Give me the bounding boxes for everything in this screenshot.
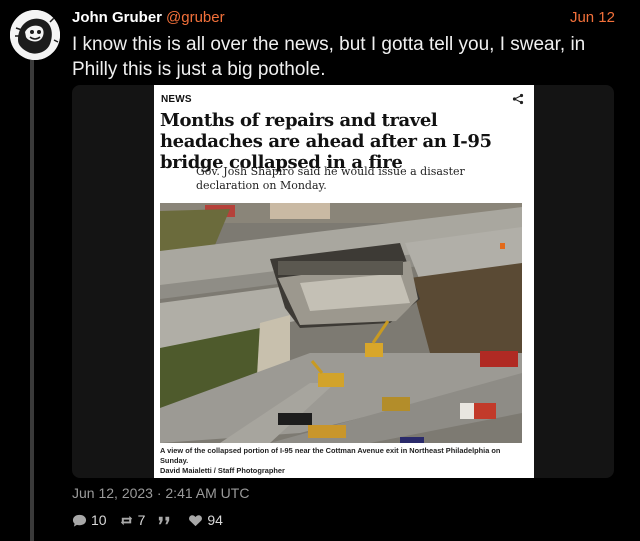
caption-description: A view of the collapsed portion of I-95 … [160, 446, 501, 465]
avatar[interactable] [10, 10, 60, 60]
author-handle[interactable]: @gruber [166, 9, 225, 26]
like-count: 94 [207, 512, 223, 528]
like-stat[interactable]: 94 [188, 512, 223, 528]
thread-rail [30, 58, 34, 541]
post-header: John Gruber @gruber Jun 12 [72, 9, 620, 29]
photo-caption: A view of the collapsed portion of I-95 … [160, 446, 528, 476]
post-stats: 10 7 94 [72, 511, 235, 529]
author-name[interactable]: John Gruber [72, 9, 162, 26]
reply-count: 10 [91, 512, 107, 528]
reply-icon [72, 514, 87, 527]
post-text: I know this is all over the news, but I … [72, 34, 586, 80]
reply-stat[interactable]: 10 [72, 512, 107, 528]
repost-count: 7 [137, 512, 146, 528]
post-date[interactable]: Jun 12 [570, 9, 615, 26]
article-section: NEWS [161, 94, 192, 105]
quote-icon [159, 516, 170, 524]
article-subhead: Gov. Josh Shapiro said he would issue a … [196, 165, 465, 192]
article-headline: Months of repairs and travel headaches a… [160, 110, 492, 173]
article-screenshot[interactable]: NEWS Months of repairs and travel headac… [154, 85, 534, 478]
quote-stat[interactable] [157, 513, 176, 528]
like-icon [189, 514, 203, 526]
repost-stat[interactable]: 7 [119, 512, 146, 528]
bridge-collapse-photo [160, 203, 522, 443]
caption-credit: David Maialetti / Staff Photographer [160, 466, 285, 475]
share-icon [512, 93, 524, 105]
repost-icon [120, 515, 132, 525]
post-timestamp[interactable]: Jun 12, 2023 · 2:41 AM UTC [72, 485, 249, 501]
